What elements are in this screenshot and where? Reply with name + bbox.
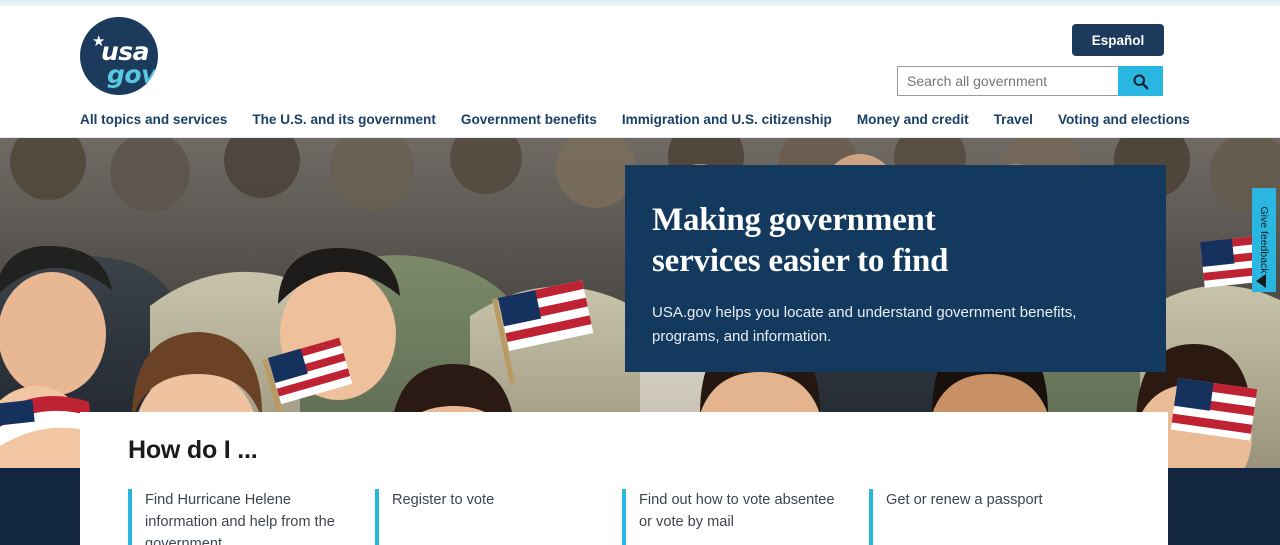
nav-item-us-government[interactable]: The U.S. and its government [252, 112, 436, 127]
hero-message-box: Making government services easier to fin… [625, 165, 1166, 372]
hero-title-line-1: Making government [652, 202, 936, 238]
how-do-i-link-hurricane-helene[interactable]: Find Hurricane Helene information and he… [128, 489, 375, 545]
search-button[interactable] [1118, 66, 1163, 96]
logo-text-gov: gov [107, 60, 157, 89]
how-do-i-link-register-to-vote[interactable]: Register to vote [375, 489, 622, 545]
search-input[interactable] [897, 66, 1118, 96]
how-do-i-link-label: Register to vote [392, 492, 495, 508]
how-do-i-link-absentee-voting[interactable]: Find out how to vote absentee or vote by… [622, 489, 869, 545]
how-do-i-link-passport[interactable]: Get or renew a passport [869, 489, 1116, 545]
nav-item-benefits[interactable]: Government benefits [461, 112, 597, 127]
nav-item-all-topics[interactable]: All topics and services [80, 112, 227, 127]
nav-item-immigration[interactable]: Immigration and U.S. citizenship [622, 112, 832, 127]
hero-title-line-2: services easier to find [652, 242, 949, 279]
how-do-i-links: Find Hurricane Helene information and he… [128, 489, 1168, 545]
nav-item-money-credit[interactable]: Money and credit [857, 112, 969, 127]
how-do-i-title: How do I ... [128, 436, 258, 464]
hero-description: USA.gov helps you locate and understand … [652, 304, 1077, 346]
hero-title: Making government services easier to fin… [652, 200, 1126, 281]
search-icon [1132, 73, 1149, 90]
primary-navigation: All topics and services The U.S. and its… [0, 100, 1280, 138]
site-header: ★ usa gov Español [0, 6, 1280, 100]
usagov-logo[interactable]: ★ usa gov [80, 17, 158, 95]
hero-section: Making government services easier to fin… [0, 138, 1280, 545]
nav-item-voting[interactable]: Voting and elections [1058, 112, 1190, 127]
how-do-i-link-label: Find Hurricane Helene information and he… [145, 492, 335, 545]
give-feedback-tab[interactable]: Give feedback [1252, 188, 1276, 292]
espanol-button[interactable]: Español [1072, 24, 1164, 56]
how-do-i-link-label: Find out how to vote absentee or vote by… [639, 492, 835, 531]
nav-item-travel[interactable]: Travel [994, 112, 1033, 127]
usagov-homepage: ★ usa gov Español All topics and service… [0, 0, 1280, 545]
how-do-i-link-label: Get or renew a passport [886, 492, 1043, 508]
search-bar [897, 66, 1163, 96]
left-arrow-icon [1256, 274, 1266, 288]
how-do-i-card: How do I ... Find Hurricane Helene infor… [80, 412, 1168, 545]
